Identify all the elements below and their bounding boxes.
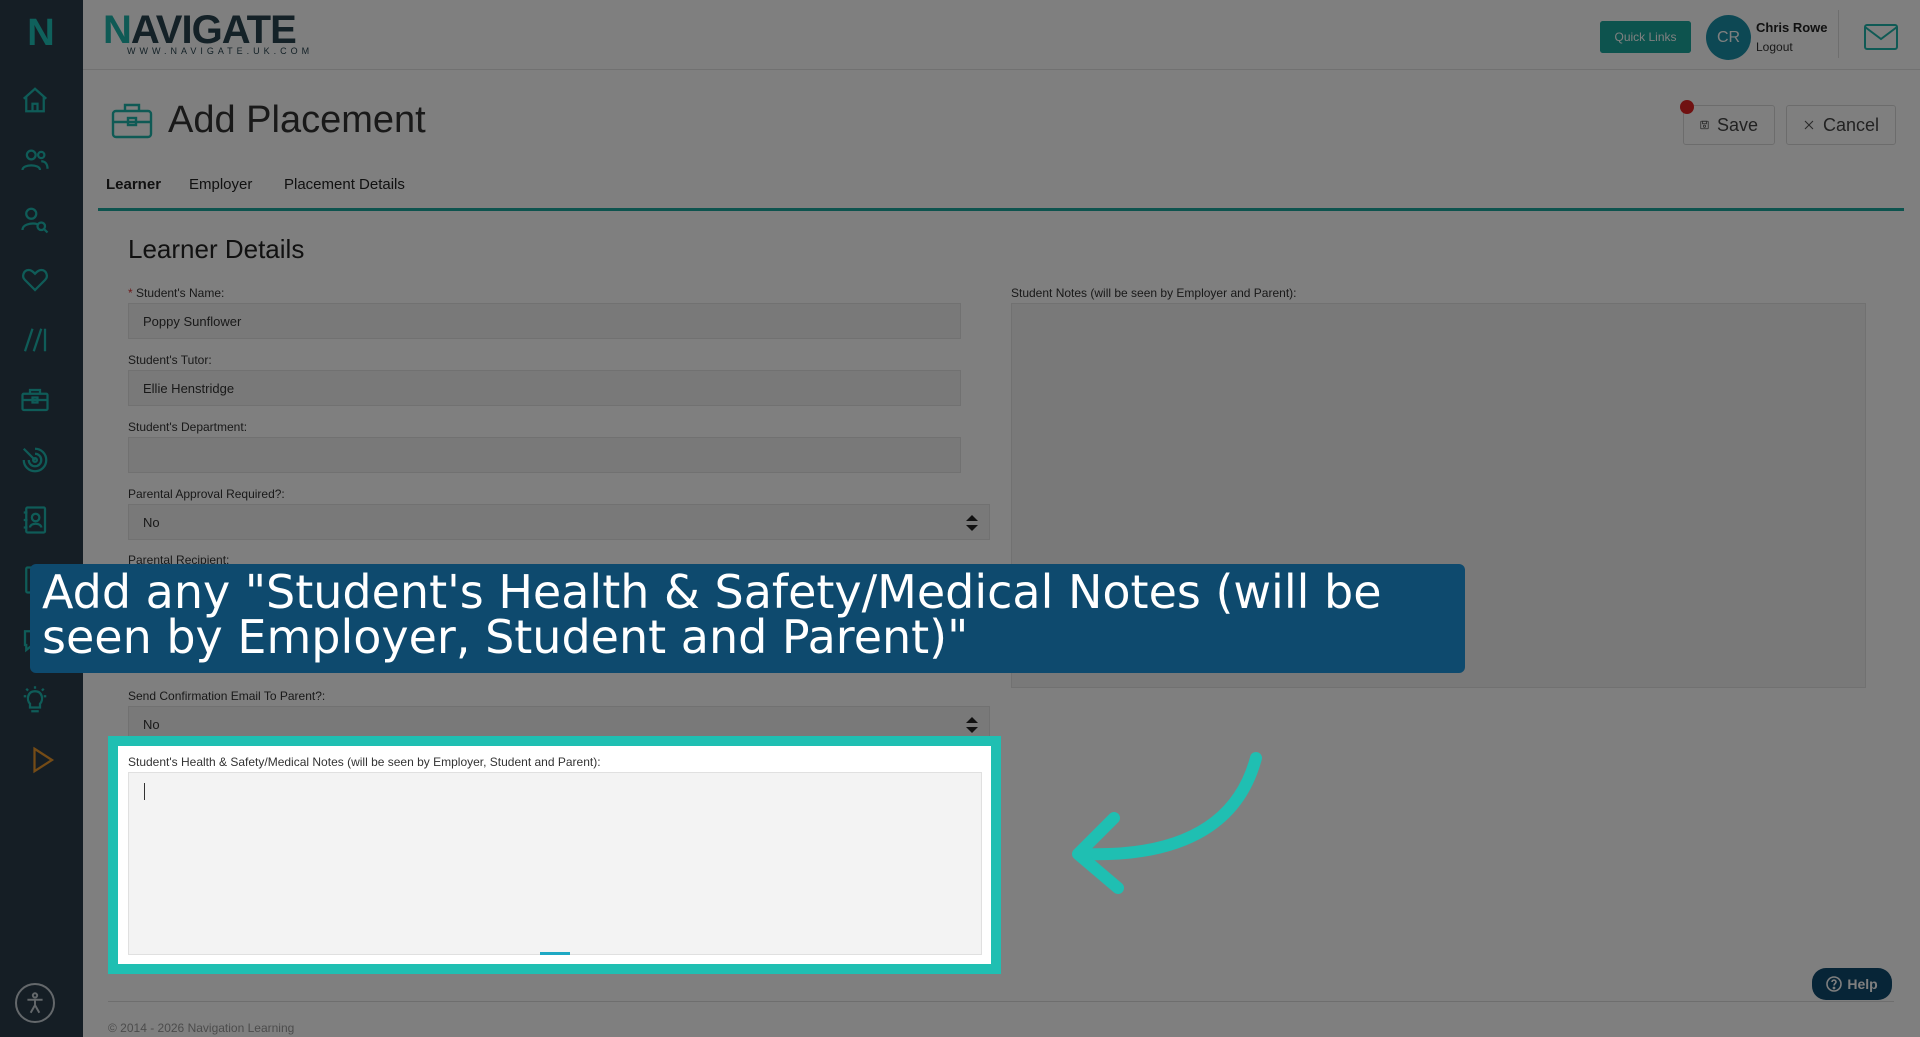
user-search-icon[interactable]: [17, 202, 53, 238]
user-name: Chris Rowe: [1756, 20, 1828, 35]
section-title: Learner Details: [128, 234, 305, 264]
tab-bar: Learner Employer Placement Details: [98, 168, 1904, 211]
sort-arrows-icon: [966, 717, 978, 733]
student-name-field[interactable]: Poppy Sunflower: [128, 303, 961, 339]
save-icon: [1700, 120, 1709, 130]
unsaved-indicator: [1680, 100, 1694, 114]
contact-card-icon[interactable]: [17, 502, 53, 538]
tutor-field[interactable]: Ellie Henstridge: [128, 370, 961, 406]
home-icon[interactable]: [17, 82, 53, 118]
brand-logo[interactable]: NAVIGATE WWW.NAVIGATE.UK.COM: [103, 10, 313, 56]
logout-link[interactable]: Logout: [1756, 40, 1793, 54]
health-notes-label: Student's Health & Safety/Medical Notes …: [128, 755, 601, 769]
textarea-resize-handle[interactable]: [540, 952, 570, 955]
department-label: Student's Department:: [128, 420, 248, 434]
student-name-label-text: Student's Name:: [136, 286, 225, 300]
quick-links-button-face[interactable]: Quick Links: [1600, 21, 1691, 53]
users-icon[interactable]: [17, 142, 53, 178]
brand-url: WWW.NAVIGATE.UK.COM: [127, 46, 314, 56]
student-name-label: * Student's Name:: [128, 286, 224, 300]
student-notes-label: Student Notes (will be seen by Employer …: [1011, 286, 1297, 300]
page-title: Add Placement: [168, 99, 426, 141]
slashes-icon[interactable]: [17, 322, 53, 358]
play-icon[interactable]: [24, 742, 60, 778]
tutor-label: Student's Tutor:: [128, 353, 212, 367]
tab-learner[interactable]: Learner: [106, 176, 161, 193]
avatar[interactable]: CR: [1706, 15, 1751, 60]
required-mark: *: [128, 286, 133, 300]
department-field[interactable]: [128, 437, 961, 473]
health-notes-textarea[interactable]: [128, 772, 982, 955]
accessibility-icon: [27, 992, 43, 1014]
parental-approval-label: Parental Approval Required?:: [128, 487, 285, 501]
parental-approval-select[interactable]: No: [128, 504, 990, 540]
tutorial-callout: Add any "Student's Health & Safety/Medic…: [30, 564, 1465, 673]
footer-copyright: © 2014 - 2026 Navigation Learning: [108, 1021, 295, 1035]
sidebar-logo[interactable]: N: [18, 12, 64, 58]
question-icon: [1826, 976, 1843, 992]
tab-placement-details[interactable]: Placement Details: [284, 176, 405, 193]
cancel-label: Cancel: [1822, 114, 1879, 135]
header-divider: [1838, 10, 1839, 58]
save-button[interactable]: Save: [1683, 105, 1775, 145]
help-button[interactable]: Help: [1812, 968, 1892, 1000]
footer-divider: [108, 1001, 1894, 1002]
close-icon: [1804, 120, 1814, 130]
lightbulb-icon[interactable]: [17, 682, 53, 718]
mail-icon[interactable]: [1864, 24, 1898, 50]
heart-icon[interactable]: [17, 262, 53, 298]
save-label: Save: [1716, 114, 1758, 135]
briefcase-icon[interactable]: [17, 382, 53, 418]
confirm-email-value: No: [143, 717, 160, 732]
accessibility-button[interactable]: [15, 983, 55, 1023]
help-label: Help: [1847, 976, 1878, 992]
target-icon[interactable]: [17, 442, 53, 478]
parental-approval-value: No: [143, 515, 160, 530]
pointer-arrow-icon: [1060, 748, 1270, 898]
cancel-button[interactable]: Cancel: [1786, 105, 1896, 145]
confirm-email-label: Send Confirmation Email To Parent?:: [128, 689, 326, 703]
sort-arrows-icon: [966, 515, 978, 531]
text-caret: [144, 783, 145, 800]
briefcase-icon: [110, 98, 154, 142]
sidebar: N: [0, 0, 83, 1037]
tab-employer[interactable]: Employer: [189, 176, 252, 193]
